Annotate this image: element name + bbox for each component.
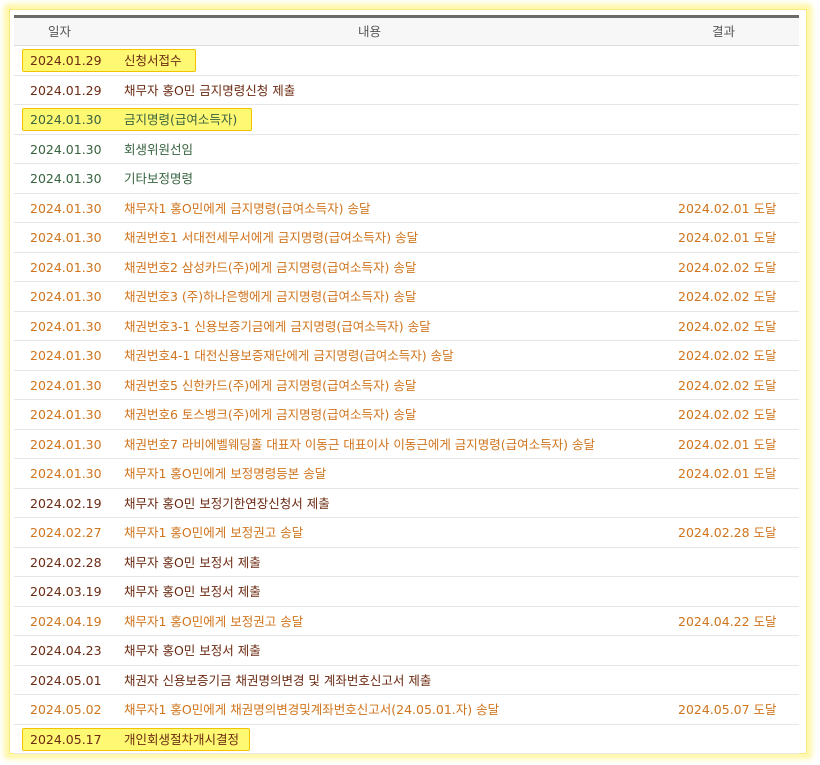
row-content: 채무자 홍O민 보정서 제출 <box>124 584 261 599</box>
row-date: 2024.01.30 <box>30 407 102 422</box>
row-content: 채권번호3 (주)하나은행에게 금지명령(급여소득자) 송달 <box>124 289 417 304</box>
table-row: 2024.01.30 채권번호3 (주)하나은행에게 금지명령(급여소득자) 송… <box>14 282 799 312</box>
table-row: 2024.01.30 채권번호7 라비에벨웨딩홀 대표자 이동근 대표이사 이동… <box>14 430 799 459</box>
row-date: 2024.01.30 <box>30 259 102 275</box>
table-row: 2024.02.19 채무자 홍O민 보정기한연장신청서 제출 <box>14 489 799 518</box>
row-date: 2024.03.19 <box>30 584 102 599</box>
row-date: 2024.01.30 <box>30 171 102 186</box>
row-result: 2024.02.01 도달 <box>678 230 777 245</box>
table-row: 2024.05.01 채권자 신용보증기금 채권명의변경 및 계좌번호신고서 제… <box>14 666 799 695</box>
row-content: 채권번호6 토스뱅크(주)에게 금지명령(급여소득자) 송달 <box>124 407 417 422</box>
row-content: 채무자 홍O민 보정서 제출 <box>124 554 261 570</box>
row-content: 채권번호1 서대전세무서에게 금지명령(급여소득자) 송달 <box>124 230 419 245</box>
row-date: 2024.01.30 <box>30 436 102 452</box>
table-row: 2024.01.30 채권번호2 삼성카드(주)에게 금지명령(급여소득자) 송… <box>14 253 799 282</box>
row-result: 2024.02.02 도달 <box>678 318 777 334</box>
row-content: 신청서접수 <box>124 53 182 68</box>
table-row: 2024.01.30 채권번호3-1 신용보증기금에게 금지명령(급여소득자) … <box>14 312 799 341</box>
row-result: 2024.02.02 도달 <box>678 289 777 304</box>
row-date: 2024.04.19 <box>30 613 102 629</box>
header-result: 결과 <box>712 24 736 39</box>
row-result: 2024.02.02 도달 <box>678 259 777 275</box>
table-row: 2024.03.19 채무자 홍O민 보정서 제출 <box>14 577 799 607</box>
table-row: 2024.01.30 채권번호4-1 대전신용보증재단에게 금지명령(급여소득자… <box>14 341 799 371</box>
row-content: 채무자 홍O민 보정기한연장신청서 제출 <box>124 495 330 511</box>
table-row: 2024.05.02 채무자1 홍O민에게 채권명의변경및계좌번호신고서(24.… <box>14 695 799 725</box>
row-result: 2024.05.07 도달 <box>678 702 777 717</box>
row-content: 채권번호2 삼성카드(주)에게 금지명령(급여소득자) 송달 <box>124 259 417 275</box>
row-content: 회생위원선임 <box>124 141 194 157</box>
table-row: 2024.01.30 채권번호5 신한카드(주)에게 금지명령(급여소득자) 송… <box>14 371 799 400</box>
table-row: 2024.04.19 채무자1 홍O민에게 보정권고 송달 2024.04.22… <box>14 607 799 636</box>
row-date: 2024.01.29 <box>30 53 102 68</box>
row-result: 2024.02.01 도달 <box>678 200 777 216</box>
row-date: 2024.01.30 <box>30 200 102 216</box>
row-date: 2024.01.30 <box>30 348 102 363</box>
row-content: 채무자1 홍O민에게 보정명령등본 송달 <box>124 466 327 481</box>
row-date: 2024.02.19 <box>30 495 102 511</box>
row-date: 2024.01.30 <box>30 141 102 157</box>
row-date: 2024.05.17 <box>30 731 102 747</box>
row-date: 2024.01.30 <box>30 318 102 334</box>
header-date: 일자 <box>48 24 72 39</box>
row-content: 채권번호7 라비에벨웨딩홀 대표자 이동근 대표이사 이동근에게 금지명령(급여… <box>124 436 596 452</box>
row-result: 2024.02.01 도달 <box>678 436 777 452</box>
row-content: 개인회생절차개시결정 <box>124 731 240 747</box>
row-content: 채무자 홍O민 보정서 제출 <box>124 643 261 658</box>
row-content: 채권번호4-1 대전신용보증재단에게 금지명령(급여소득자) 송달 <box>124 348 454 363</box>
row-date: 2024.01.30 <box>30 112 102 127</box>
row-content: 채권번호3-1 신용보증기금에게 금지명령(급여소득자) 송달 <box>124 318 431 334</box>
row-result: 2024.02.01 도달 <box>678 466 777 481</box>
row-content: 채무자 홍O민 금지명령신청 제출 <box>124 82 296 98</box>
row-content: 채권자 신용보증기금 채권명의변경 및 계좌번호신고서 제출 <box>124 672 432 688</box>
row-content: 채권번호5 신한카드(주)에게 금지명령(급여소득자) 송달 <box>124 377 417 393</box>
row-date: 2024.01.30 <box>30 377 102 393</box>
row-result: 2024.02.02 도달 <box>678 407 777 422</box>
row-content: 기타보정명령 <box>124 171 194 186</box>
table-header: 일자 내용 결과 <box>14 18 799 46</box>
row-date: 2024.05.02 <box>30 702 102 717</box>
table-row: 2024.01.30 채무자1 홍O민에게 보정명령등본 송달 2024.02.… <box>14 459 799 489</box>
table-row: 2024.01.30 기타보정명령 <box>14 164 799 194</box>
table-row: 2024.01.30 채권번호6 토스뱅크(주)에게 금지명령(급여소득자) 송… <box>14 400 799 430</box>
case-progress-table: 일자 내용 결과 2024.01.29 신청서접수 2024.01.29 채무자… <box>14 15 799 754</box>
row-result: 2024.04.22 도달 <box>678 613 777 629</box>
table-row: 2024.01.30 채권번호1 서대전세무서에게 금지명령(급여소득자) 송달… <box>14 223 799 253</box>
table-row: 2024.01.30 채무자1 홍O민에게 금지명령(급여소득자) 송달 202… <box>14 194 799 223</box>
header-content: 내용 <box>358 24 382 39</box>
table-row: 2024.05.17 개인회생절차개시결정 <box>14 725 799 754</box>
row-date: 2024.02.27 <box>30 525 102 540</box>
row-result: 2024.02.28 도달 <box>678 525 777 540</box>
row-date: 2024.02.28 <box>30 554 102 570</box>
table-row: 2024.02.27 채무자1 홍O민에게 보정권고 송달 2024.02.28… <box>14 518 799 548</box>
row-date: 2024.01.30 <box>30 289 102 304</box>
row-date: 2024.05.01 <box>30 672 102 688</box>
row-date: 2024.01.29 <box>30 82 102 98</box>
table-row: 2024.01.30 회생위원선임 <box>14 135 799 164</box>
row-result: 2024.02.02 도달 <box>678 377 777 393</box>
row-content: 채무자1 홍O민에게 보정권고 송달 <box>124 613 304 629</box>
row-result: 2024.02.02 도달 <box>678 348 777 363</box>
row-date: 2024.01.30 <box>30 230 102 245</box>
row-content: 금지명령(급여소득자) <box>124 112 238 127</box>
table-row: 2024.01.29 신청서접수 <box>14 46 799 76</box>
table-row: 2024.01.30 금지명령(급여소득자) <box>14 105 799 135</box>
row-date: 2024.01.30 <box>30 466 102 481</box>
row-content: 채무자1 홍O민에게 금지명령(급여소득자) 송달 <box>124 200 371 216</box>
row-date: 2024.04.23 <box>30 643 102 658</box>
table-row: 2024.01.29 채무자 홍O민 금지명령신청 제출 <box>14 76 799 105</box>
table-row: 2024.04.23 채무자 홍O민 보정서 제출 <box>14 636 799 666</box>
row-content: 채무자1 홍O민에게 보정권고 송달 <box>124 525 304 540</box>
row-content: 채무자1 홍O민에게 채권명의변경및계좌번호신고서(24.05.01.자) 송달 <box>124 702 500 717</box>
table-row: 2024.02.28 채무자 홍O민 보정서 제출 <box>14 548 799 577</box>
